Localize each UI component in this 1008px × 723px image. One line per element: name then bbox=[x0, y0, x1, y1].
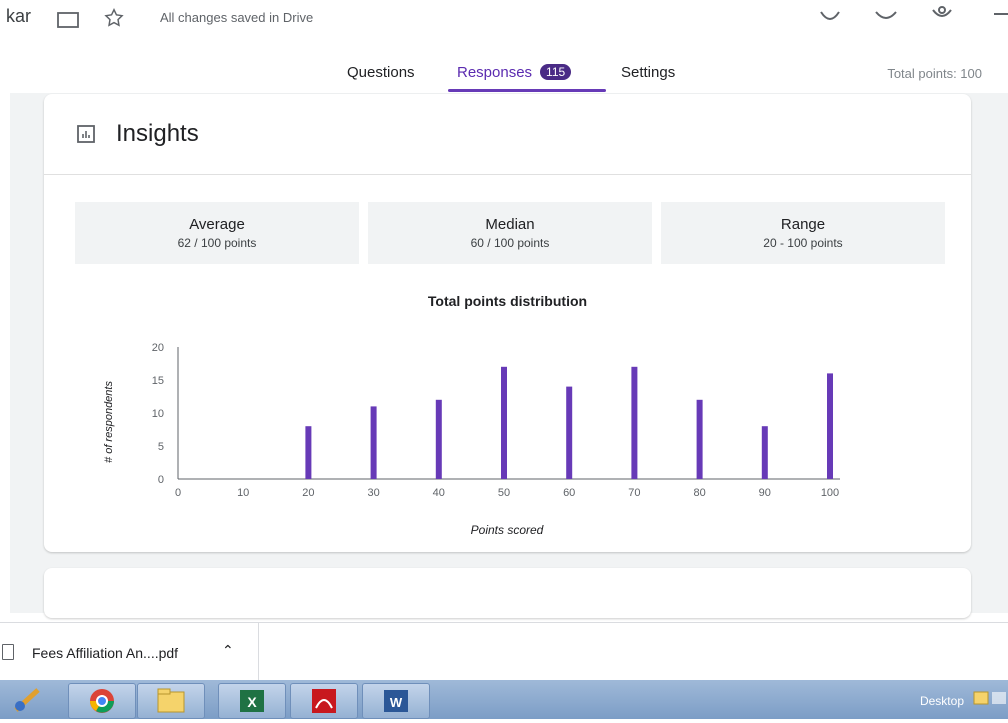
form-tabs: Questions Responses 115 Settings bbox=[0, 56, 1008, 92]
question-card-partial bbox=[44, 568, 971, 618]
bar-chart-icon bbox=[77, 125, 95, 143]
bar bbox=[370, 406, 377, 479]
desktop-toolbar-label[interactable]: Desktop bbox=[920, 694, 964, 708]
svg-text:X: X bbox=[247, 694, 257, 710]
bar bbox=[761, 426, 768, 479]
x-tick-label: 60 bbox=[563, 487, 575, 499]
settings-gear-icon[interactable] bbox=[930, 4, 954, 28]
bar bbox=[827, 373, 833, 479]
chrome-icon[interactable] bbox=[68, 683, 136, 719]
bar bbox=[435, 399, 442, 479]
library-icon[interactable] bbox=[972, 688, 1008, 710]
y-tick-label: 15 bbox=[152, 375, 164, 387]
insights-title: Insights bbox=[116, 120, 199, 147]
top-app-bar: kar All changes saved in Drive bbox=[0, 0, 1008, 38]
bar bbox=[566, 386, 573, 479]
stat-label: Range bbox=[780, 216, 826, 233]
more-options-icon[interactable] bbox=[990, 4, 1008, 28]
x-tick-label: 90 bbox=[759, 487, 771, 499]
stat-average: Average 62 / 100 points bbox=[75, 202, 359, 264]
form-title-fragment[interactable]: kar bbox=[6, 6, 31, 27]
active-tab-indicator bbox=[448, 89, 606, 92]
x-tick-label: 20 bbox=[302, 487, 314, 499]
chart-title: Total points distribution bbox=[427, 293, 588, 309]
bar bbox=[631, 366, 638, 479]
y-axis-label: # of respondents bbox=[103, 381, 115, 463]
download-bar: Fees Affiliation An....pdf ⌃ bbox=[0, 622, 1008, 681]
paint-icon[interactable] bbox=[10, 686, 46, 719]
x-tick-label: 50 bbox=[498, 487, 510, 499]
x-tick-label: 0 bbox=[175, 487, 181, 499]
insights-header: Insights bbox=[44, 94, 971, 175]
file-icon bbox=[2, 644, 14, 660]
tab-questions[interactable]: Questions bbox=[347, 64, 415, 81]
bar bbox=[696, 399, 703, 479]
x-tick-label: 10 bbox=[237, 487, 249, 499]
responses-count-badge: 115 bbox=[540, 64, 572, 80]
tab-settings[interactable]: Settings bbox=[621, 64, 675, 81]
x-tick-label: 80 bbox=[693, 487, 705, 499]
download-item[interactable]: Fees Affiliation An....pdf ⌃ bbox=[0, 623, 259, 681]
y-tick-label: 5 bbox=[158, 441, 164, 453]
file-explorer-icon[interactable] bbox=[137, 683, 205, 719]
save-status: All changes saved in Drive bbox=[160, 10, 314, 25]
x-tick-label: 70 bbox=[628, 487, 640, 499]
x-tick-label: 30 bbox=[367, 487, 379, 499]
stat-label: Average bbox=[189, 216, 245, 233]
svg-text:W: W bbox=[390, 695, 403, 710]
stat-value: 60 / 100 points bbox=[470, 236, 550, 250]
insights-card: Insights Average 62 / 100 points Median … bbox=[44, 94, 971, 552]
points-distribution-chart: # of respondents Points scored 0 5 10 15 20 0… bbox=[103, 342, 840, 537]
folder-icon[interactable] bbox=[56, 9, 80, 36]
tab-responses[interactable]: Responses 115 bbox=[457, 64, 572, 81]
y-tick-label: 20 bbox=[152, 342, 164, 354]
stat-value: 20 - 100 points bbox=[763, 236, 843, 250]
y-tick-label: 0 bbox=[158, 474, 164, 486]
stat-label: Median bbox=[485, 216, 535, 233]
palette-icon[interactable] bbox=[818, 4, 842, 28]
stat-median: Median 60 / 100 points bbox=[368, 202, 652, 264]
y-tick-label: 10 bbox=[152, 408, 164, 420]
download-filename: Fees Affiliation An....pdf bbox=[32, 645, 179, 661]
total-points: Total points: 100 bbox=[887, 66, 982, 81]
x-tick-label: 100 bbox=[821, 487, 839, 499]
x-axis-label: Points scored bbox=[471, 523, 544, 537]
acrobat-icon[interactable] bbox=[290, 683, 358, 719]
excel-icon[interactable]: X bbox=[218, 683, 286, 719]
bar bbox=[501, 366, 507, 479]
star-icon[interactable] bbox=[103, 7, 125, 34]
bar bbox=[305, 426, 312, 479]
preview-eye-icon[interactable] bbox=[874, 4, 898, 28]
stat-range: Range 20 - 100 points bbox=[661, 202, 945, 264]
x-tick-label: 40 bbox=[433, 487, 445, 499]
chevron-up-icon[interactable]: ⌃ bbox=[222, 642, 234, 659]
word-icon[interactable]: W bbox=[362, 683, 430, 719]
windows-taskbar: X W Desktop bbox=[0, 680, 1008, 719]
stat-value: 62 / 100 points bbox=[177, 236, 257, 250]
